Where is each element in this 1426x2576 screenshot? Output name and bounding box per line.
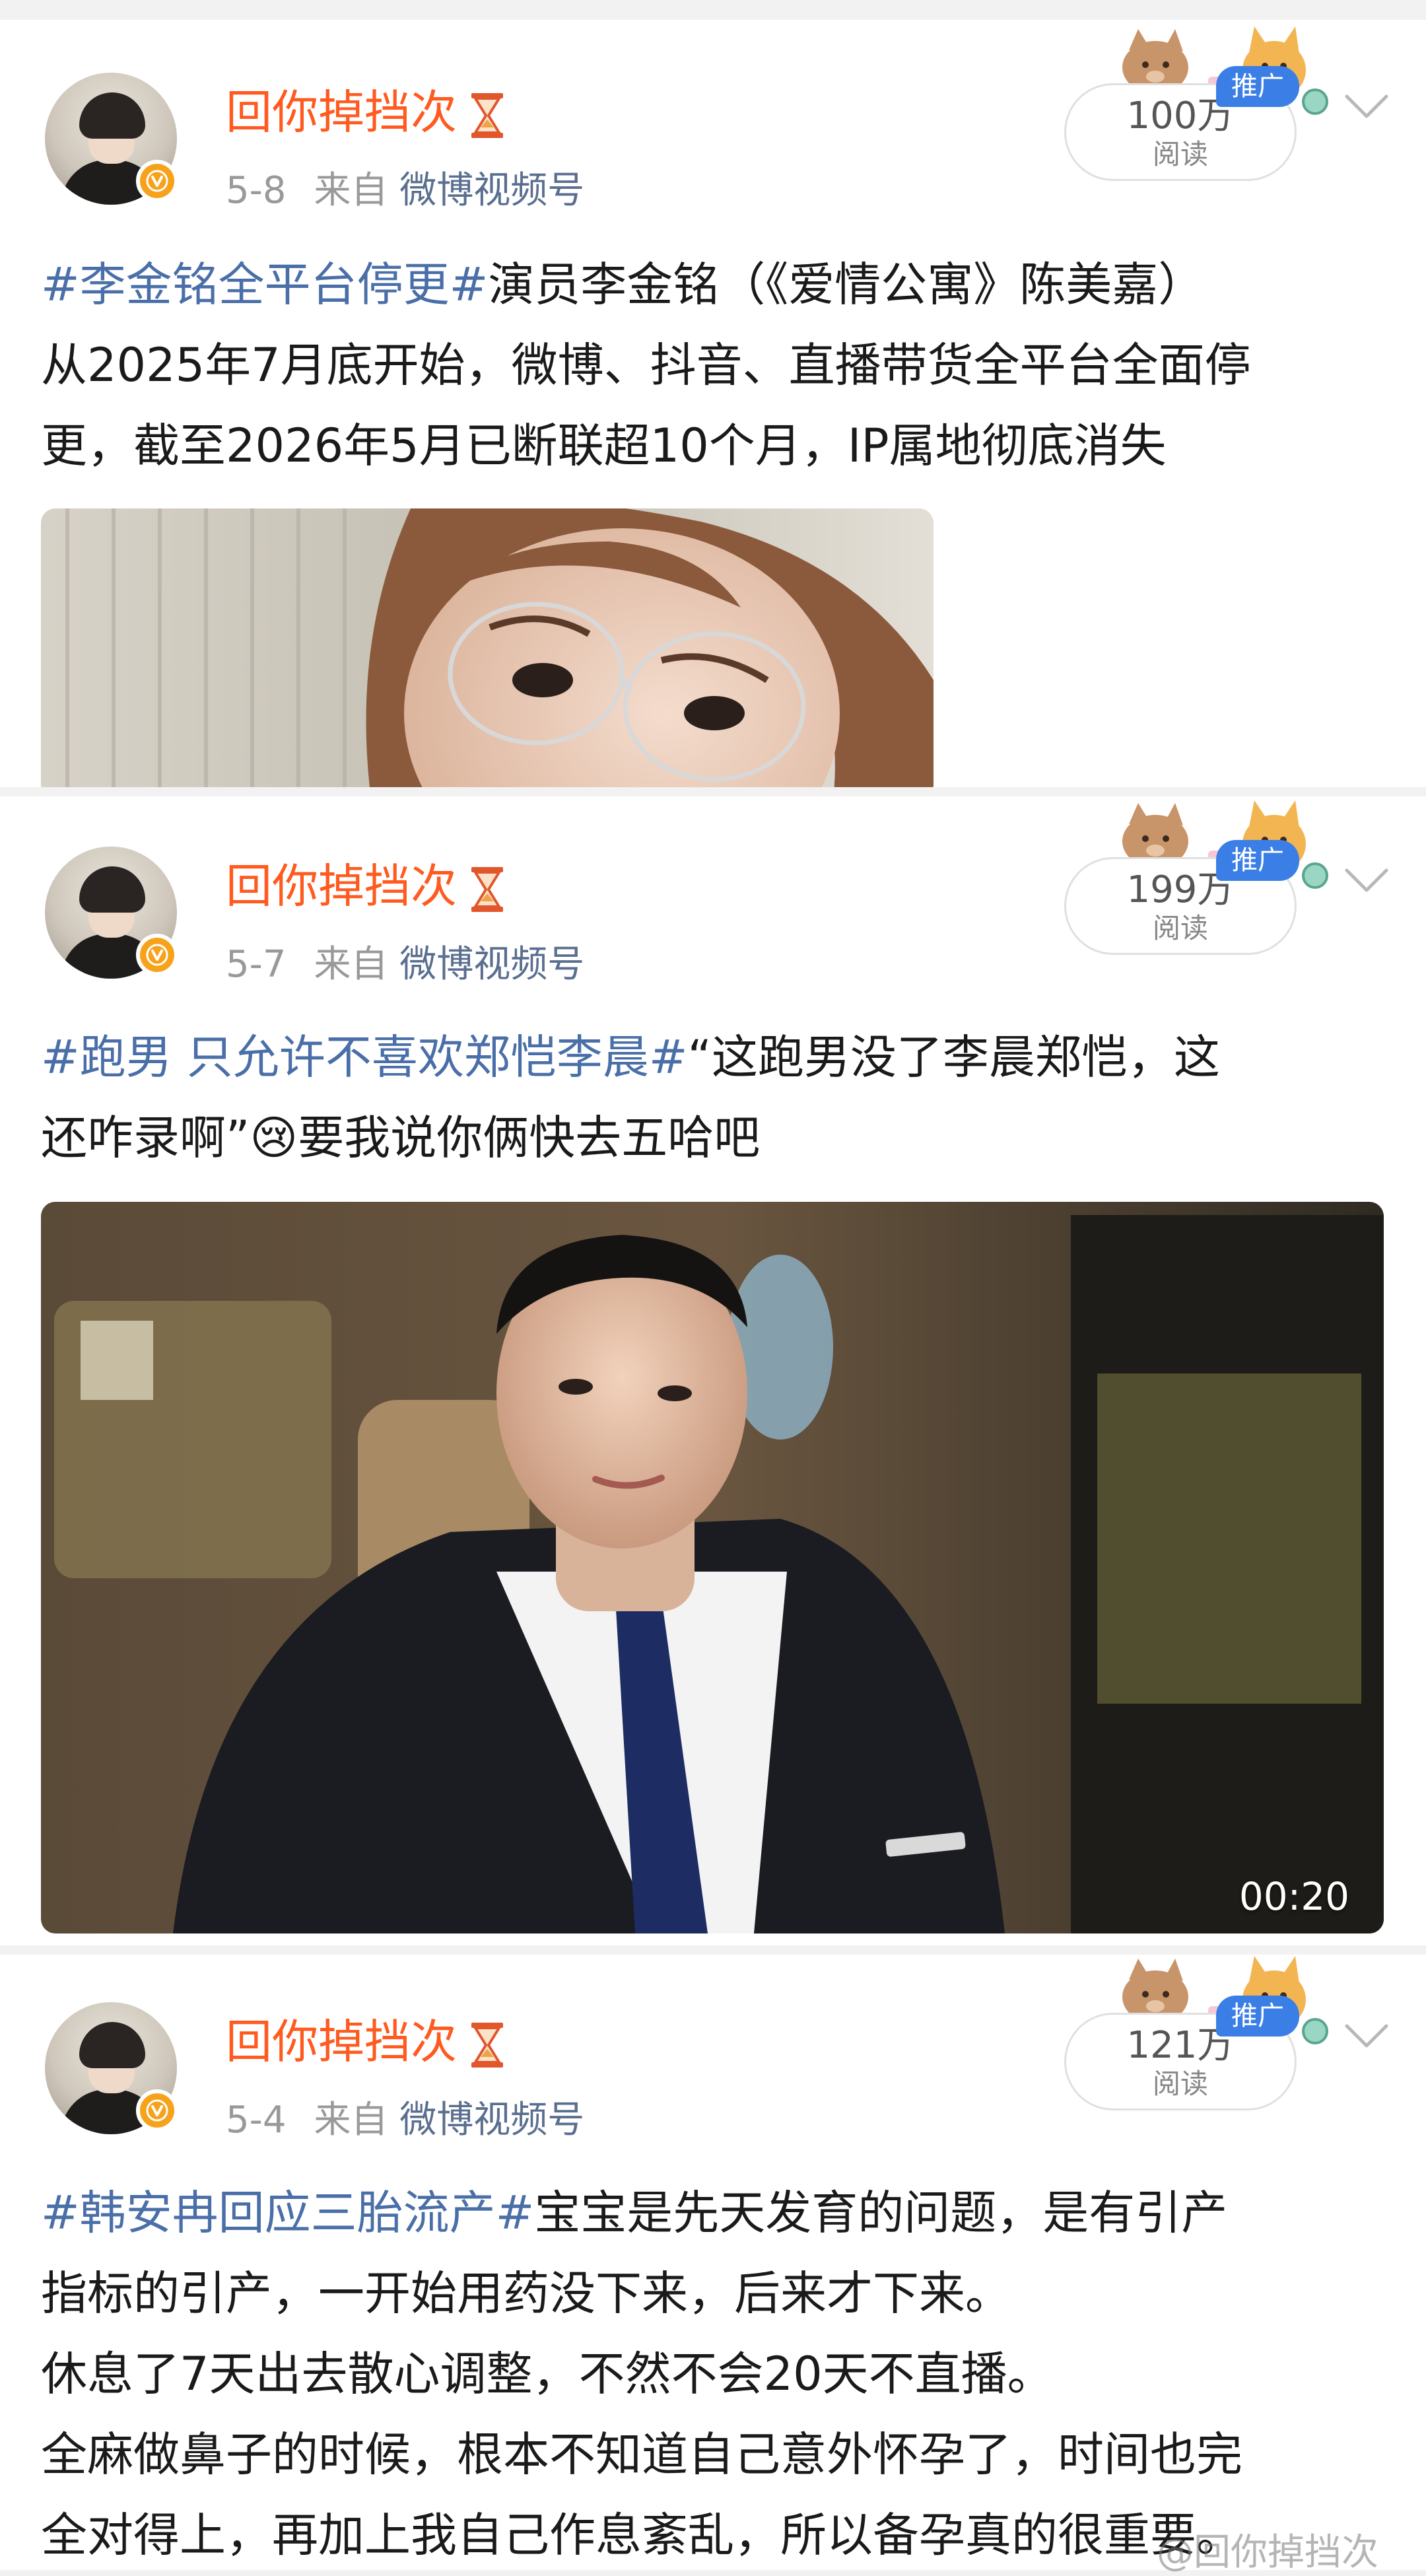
post-text-line: 指标的引产，一开始用药没下来，后来才下来。 bbox=[41, 2253, 1388, 2334]
promote-badge[interactable]: 推广 bbox=[1216, 1996, 1299, 2036]
post-text: #李金铭全平台停更#演员李金铭（《爱情公寓》陈美嘉） 从2025年7月底开始，微… bbox=[41, 244, 1388, 486]
weibo-feed: 回你掉挡次 5-8 来自 微博视频号 100万 阅读 推广 #李金铭全平台停更#… bbox=[0, 0, 1426, 2574]
post-card[interactable]: 回你掉挡次 5-4 来自 微博视频号 121万 阅读 推广 #韩安冉回应三胎流产… bbox=[0, 1955, 1426, 2570]
chevron-down-icon[interactable] bbox=[1343, 2022, 1390, 2051]
username[interactable]: 回你掉挡次 bbox=[226, 860, 506, 913]
post-source[interactable]: 微博视频号 bbox=[399, 943, 584, 986]
post-text-line: 全麻做鼻子的时候，根本不知道自己意外怀孕了，时间也完 bbox=[41, 2414, 1388, 2495]
post-text-line: #韩安冉回应三胎流产#宝宝是先天发育的问题，是有引产 bbox=[41, 2173, 1388, 2253]
post-date: 5-4 bbox=[226, 2099, 287, 2141]
hourglass-icon bbox=[471, 866, 503, 912]
post-image[interactable] bbox=[41, 508, 934, 787]
topic-link[interactable]: #跑男 只允许不喜欢郑恺李晨# bbox=[41, 1030, 688, 1084]
read-label: 阅读 bbox=[1152, 912, 1208, 944]
from-label: 来自 bbox=[314, 169, 388, 212]
hourglass-icon bbox=[471, 2022, 503, 2068]
post-text-span: 指标的引产，一开始用药没下来，后来才下来。 bbox=[41, 2266, 1011, 2320]
from-label: 来自 bbox=[314, 2099, 388, 2141]
post-source[interactable]: 微博视频号 bbox=[399, 169, 584, 212]
username[interactable]: 回你掉挡次 bbox=[226, 2015, 506, 2069]
post-meta: 5-7 来自 微博视频号 bbox=[226, 943, 584, 987]
post-text-line: #跑男 只允许不喜欢郑恺李晨#“这跑男没了李晨郑恺，这 bbox=[41, 1017, 1388, 1097]
topic-link[interactable]: #韩安冉回应三胎流产# bbox=[41, 2186, 534, 2240]
post-text-span: 宝宝是先天发育的问题，是有引产 bbox=[534, 2186, 1228, 2240]
hourglass-icon bbox=[471, 92, 503, 138]
post-meta: 5-8 来自 微博视频号 bbox=[226, 169, 584, 213]
post-text-span: 全麻做鼻子的时候，根本不知道自己意外怀孕了，时间也完 bbox=[41, 2427, 1242, 2482]
post-text: #跑男 只允许不喜欢郑恺李晨#“这跑男没了李晨郑恺，这 还咋录啊”😢要我说你俩快… bbox=[41, 1017, 1388, 1178]
promote-badge[interactable]: 推广 bbox=[1216, 840, 1299, 881]
post-date: 5-8 bbox=[226, 169, 287, 212]
post-text-line: 更，截至2026年5月已断联超10个月，IP属地彻底消失 bbox=[41, 405, 1388, 486]
username[interactable]: 回你掉挡次 bbox=[226, 86, 506, 139]
post-meta: 5-4 来自 微博视频号 bbox=[226, 2099, 584, 2142]
topic-link[interactable]: #李金铭全平台停更# bbox=[41, 258, 488, 312]
video-duration: 00:20 bbox=[1239, 1874, 1349, 1919]
post-text-span: 全对得上，再加上我自己作息紊乱，所以备孕真的很重要。 bbox=[41, 2508, 1242, 2562]
post-text-line: #李金铭全平台停更#演员李金铭（《爱情公寓》陈美嘉） bbox=[41, 244, 1388, 325]
post-text-line: 还咋录啊”😢要我说你俩快去五哈吧 bbox=[41, 1097, 1388, 1178]
promote-badge[interactable]: 推广 bbox=[1216, 66, 1299, 107]
post-card[interactable]: 回你掉挡次 5-7 来自 微博视频号 199万 阅读 推广 #跑男 只允许不喜欢… bbox=[0, 796, 1426, 1945]
post-text-span: “这跑男没了李晨郑恺，这 bbox=[687, 1030, 1220, 1084]
post-source[interactable]: 微博视频号 bbox=[399, 2099, 584, 2141]
verified-badge-icon bbox=[136, 160, 178, 202]
watermark: @回你掉挡次 bbox=[1157, 2531, 1378, 2574]
read-label: 阅读 bbox=[1152, 138, 1208, 170]
post-text-span: 休息了7天出去散心调整，不然不会20天不直播。 bbox=[41, 2347, 1054, 2401]
username-text[interactable]: 回你掉挡次 bbox=[226, 859, 457, 913]
post-date: 5-7 bbox=[226, 943, 287, 986]
from-label: 来自 bbox=[314, 943, 388, 986]
username-text[interactable]: 回你掉挡次 bbox=[226, 85, 457, 139]
post-video[interactable]: 00:20 bbox=[41, 1202, 1384, 1933]
username-text[interactable]: 回你掉挡次 bbox=[226, 2015, 457, 2069]
post-text-span: 从2025年7月底开始，微博、抖音、直播带货全平台全面停 bbox=[41, 338, 1251, 392]
post-text-span: 还咋录啊”😢要我说你俩快去五哈吧 bbox=[41, 1111, 761, 1165]
post-text-span: 演员李金铭（《爱情公寓》陈美嘉） bbox=[488, 258, 1205, 312]
post-text-line: 休息了7天出去散心调整，不然不会20天不直播。 bbox=[41, 2334, 1388, 2414]
post-text: #韩安冉回应三胎流产#宝宝是先天发育的问题，是有引产 指标的引产，一开始用药没下… bbox=[41, 2173, 1388, 2570]
chevron-down-icon[interactable] bbox=[1343, 92, 1390, 122]
post-text-line: 从2025年7月底开始，微博、抖音、直播带货全平台全面停 bbox=[41, 325, 1388, 405]
read-label: 阅读 bbox=[1152, 2068, 1208, 2100]
verified-badge-icon bbox=[136, 2089, 178, 2132]
post-card[interactable]: 回你掉挡次 5-8 来自 微博视频号 100万 阅读 推广 #李金铭全平台停更#… bbox=[0, 20, 1426, 787]
chevron-down-icon[interactable] bbox=[1343, 866, 1390, 895]
verified-badge-icon bbox=[136, 934, 178, 976]
post-text-span: 更，截至2026年5月已断联超10个月，IP属地彻底消失 bbox=[41, 419, 1167, 473]
